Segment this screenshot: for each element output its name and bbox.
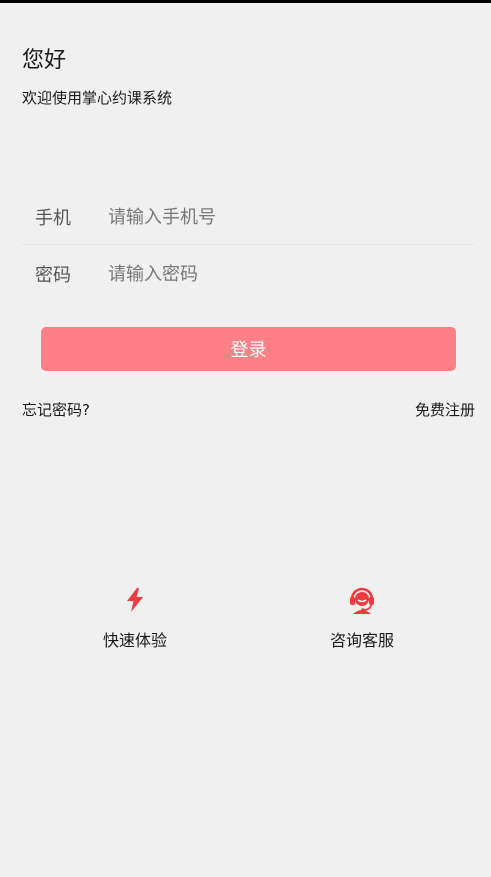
customer-service-button[interactable]: 咨询客服 [302, 585, 422, 651]
register-link[interactable]: 免费注册 [415, 399, 475, 420]
status-bar [0, 0, 491, 3]
lightning-icon [120, 585, 150, 615]
welcome-subtitle: 欢迎使用掌心约课系统 [22, 89, 173, 107]
customer-service-icon [347, 585, 377, 615]
forgot-password-link[interactable]: 忘记密码? [22, 399, 90, 420]
quick-experience-button[interactable]: 快速体验 [75, 585, 195, 651]
phone-row: 手机 [22, 190, 474, 245]
phone-label: 手机 [35, 208, 71, 229]
login-page: 您好 欢迎使用掌心约课系统 手机 密码 登录 忘记密码? 免费注册 快速体验 [0, 0, 491, 877]
quick-experience-label: 快速体验 [102, 631, 167, 650]
customer-service-label: 咨询客服 [329, 631, 394, 650]
password-input[interactable] [108, 263, 474, 285]
login-button[interactable]: 登录 [41, 327, 456, 371]
password-row: 密码 [22, 247, 474, 301]
password-label: 密码 [35, 265, 71, 286]
greeting-title: 您好 [22, 48, 67, 73]
phone-input[interactable] [108, 206, 474, 228]
